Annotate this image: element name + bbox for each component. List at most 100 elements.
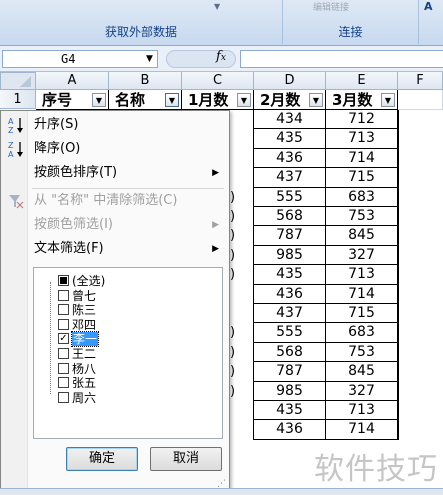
cell-mar[interactable]: 713 (326, 129, 398, 149)
cell-mar[interactable]: 845 (326, 362, 398, 382)
sheet-tab-bar[interactable] (0, 488, 443, 495)
cell-mar[interactable]: 683 (326, 323, 398, 343)
cell-feb[interactable]: 436 (254, 148, 326, 169)
menu-item-clear-filter[interactable]: 从 "名称" 中清除筛选(C) (1, 189, 229, 213)
menu-item-text-filter[interactable]: 文本筛选(F) ▶ (1, 237, 229, 261)
checkbox[interactable] (58, 348, 69, 359)
filter-dropdown-button[interactable]: ▼ (237, 93, 251, 107)
menu-item-label: 按颜色排序(T) (34, 165, 118, 180)
menu-item-sort-by-color[interactable]: 按颜色排序(T) ▶ (1, 161, 229, 185)
cell-feb[interactable]: 568 (254, 207, 326, 227)
checkbox[interactable] (58, 318, 69, 330)
menu-item-label: 文本筛选(F) (34, 241, 104, 256)
menu-item-filter-by-color[interactable]: 按颜色筛选(I) ▶ (1, 213, 229, 237)
insert-function-icon[interactable]: fx (216, 49, 226, 64)
cell-jan-partial: ) (230, 325, 236, 341)
autofilter-menu: AZ 升序(S) ZA 降序(O) 按颜色排序(T) ▶ 从 "名称" 中清除筛… (0, 110, 230, 493)
checkbox[interactable] (58, 275, 69, 286)
column-header-f[interactable]: F (398, 72, 443, 90)
filter-value-list[interactable]: (全选) 曾七 陈三 邓四 ✓ 李一 王二 杨八 张五 周六 (33, 267, 223, 439)
cell-feb[interactable]: 435 (254, 265, 326, 285)
header-cell-mar[interactable]: 3月数 ▼ (326, 90, 398, 110)
checkbox[interactable] (58, 289, 69, 301)
chevron-down-icon[interactable]: ▼ (146, 50, 153, 68)
header-cell-seq[interactable]: 序号 ▼ (36, 90, 109, 110)
cell-mar[interactable]: 714 (326, 148, 398, 169)
cell-feb[interactable]: 436 (254, 284, 326, 304)
cell-feb[interactable]: 787 (254, 226, 326, 246)
cell-mar[interactable]: 753 (326, 207, 398, 227)
cell-feb[interactable]: 555 (254, 323, 326, 343)
cell-feb[interactable]: 568 (254, 342, 326, 363)
header-label: 序号 (42, 91, 73, 109)
cell-feb[interactable]: 787 (254, 362, 326, 382)
cell-mar[interactable]: 714 (326, 420, 398, 440)
checkbox[interactable]: ✓ (58, 333, 69, 345)
watermark: 软件技巧 (314, 452, 438, 487)
cell-feb[interactable]: 985 (254, 245, 326, 266)
filter-dropdown-button[interactable]: ▼ (309, 93, 323, 107)
checkbox[interactable] (58, 304, 69, 316)
ok-button[interactable]: 确定 (66, 447, 138, 471)
cell[interactable] (398, 90, 443, 110)
cell-feb[interactable]: 435 (254, 129, 326, 149)
cell-feb[interactable]: 434 (254, 110, 326, 130)
cell-mar[interactable]: 715 (326, 304, 398, 324)
cell-feb[interactable]: 435 (254, 401, 326, 421)
filter-dropdown-button[interactable]: ▼ (92, 93, 106, 107)
menu-item-label: 降序(O) (34, 141, 81, 156)
formula-bar: G4 ▼ fx (0, 46, 443, 72)
cell-mar[interactable]: 753 (326, 342, 398, 363)
cell-feb[interactable]: 437 (254, 168, 326, 188)
cell-jan-partial: ) (230, 247, 236, 263)
cell-mar[interactable]: 713 (326, 401, 398, 421)
select-all-corner[interactable] (0, 72, 36, 90)
edit-links-label[interactable]: 编辑链接 (313, 0, 349, 13)
cell-mar[interactable]: 712 (326, 110, 398, 130)
cell-mar[interactable]: 327 (326, 245, 398, 266)
cell-jan-partial: ) (230, 383, 236, 399)
header-label: 2月数 (260, 91, 301, 109)
cell-jan-partial: ) (230, 189, 236, 205)
column-header-c[interactable]: C (182, 72, 254, 90)
menu-item-sort-descending[interactable]: ZA 降序(O) (1, 137, 229, 161)
cell-feb[interactable]: 985 (254, 381, 326, 401)
header-label: 1月数 (188, 91, 229, 109)
ribbon: ▼ 获取外部数据 编辑链接 连接 A (0, 0, 443, 46)
header-cell-name[interactable]: 名称 ▼ (109, 90, 182, 110)
header-cell-feb[interactable]: 2月数 ▼ (254, 90, 326, 110)
name-box[interactable]: G4 (2, 50, 158, 68)
menu-item-label: 按颜色筛选(I) (34, 217, 113, 232)
cell-mar[interactable]: 714 (326, 284, 398, 304)
cell-mar[interactable]: 715 (326, 168, 398, 188)
cell-mar[interactable]: 845 (326, 226, 398, 246)
header-cell-jan[interactable]: 1月数 ▼ (182, 90, 254, 110)
cancel-button[interactable]: 取消 (150, 447, 222, 471)
formula-input[interactable] (240, 50, 443, 68)
filter-dropdown-button-active[interactable]: ▼ (165, 93, 179, 107)
header-label: 名称 (115, 91, 146, 109)
cell-feb[interactable]: 555 (254, 187, 326, 207)
text-format-icon[interactable]: A (424, 0, 433, 13)
cell-mar[interactable]: 683 (326, 187, 398, 207)
cell-mar[interactable]: 327 (326, 381, 398, 401)
cell-feb[interactable]: 437 (254, 304, 326, 324)
svg-text:A: A (8, 150, 14, 158)
checkbox[interactable] (58, 391, 69, 403)
column-header-a[interactable]: A (36, 72, 109, 90)
checkbox[interactable] (58, 377, 69, 389)
column-header-d[interactable]: D (254, 72, 326, 90)
column-header-b[interactable]: B (109, 72, 182, 90)
cell-jan-partial: ) (230, 228, 236, 244)
cell-jan-partial: ) (230, 267, 236, 283)
cell-feb[interactable]: 436 (254, 420, 326, 440)
checkbox[interactable] (58, 362, 69, 374)
tree-line (50, 282, 51, 394)
filter-dropdown-button[interactable]: ▼ (381, 93, 395, 107)
column-header-e[interactable]: E (326, 72, 398, 90)
column-f-cells[interactable] (398, 110, 443, 440)
ribbon-group-connections: 编辑链接 连接 (283, 0, 419, 44)
row-header-1[interactable]: 1 (0, 90, 36, 109)
cell-mar[interactable]: 713 (326, 265, 398, 285)
menu-item-sort-ascending[interactable]: AZ 升序(S) (1, 113, 229, 137)
